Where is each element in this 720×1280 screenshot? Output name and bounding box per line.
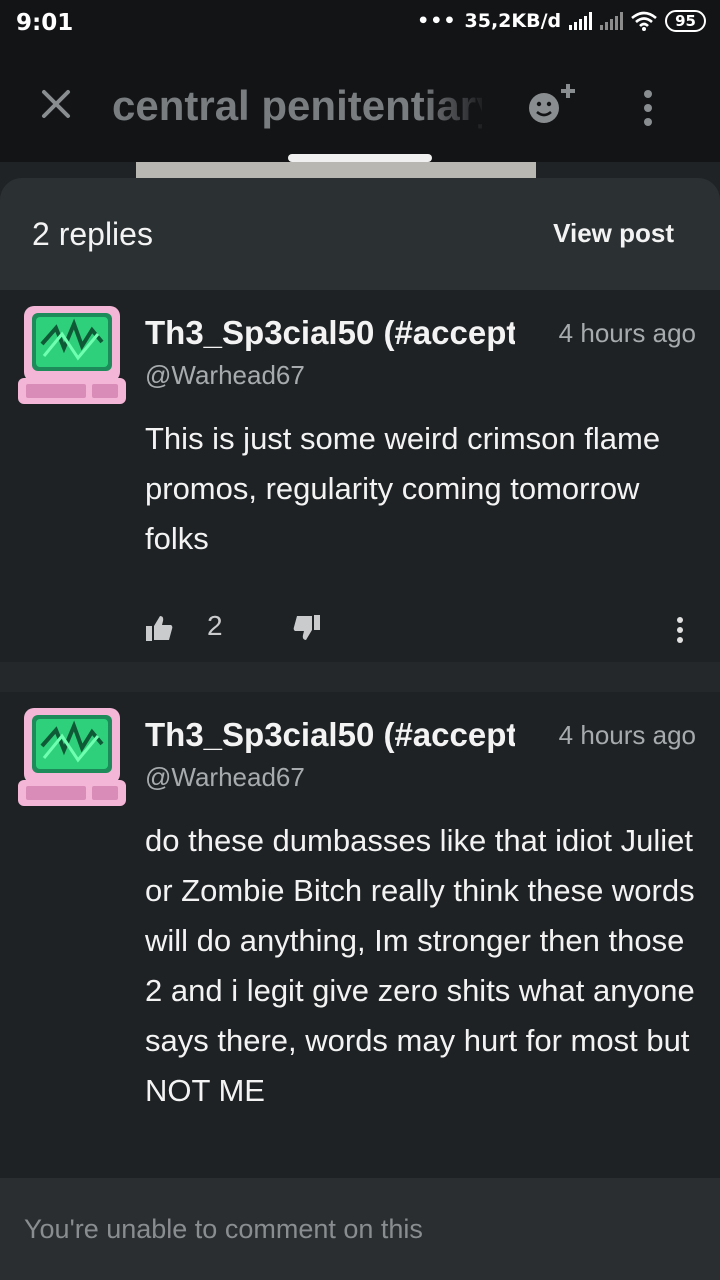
wifi-icon <box>631 11 657 31</box>
reply-item: Th3_Sp3cial50 (#accepted) 4 hours ago @W… <box>0 290 720 662</box>
battery-indicator: 95 <box>665 10 706 32</box>
reply-handle: @Warhead67 <box>145 762 305 792</box>
reply-author[interactable]: Th3_Sp3cial50 (#accepted) <box>145 716 515 754</box>
view-post-button[interactable]: View post <box>553 218 674 249</box>
status-time: 9:01 <box>16 10 74 36</box>
network-speed: 35,2KB/d <box>464 10 562 32</box>
replies-sheet: 2 replies View post Th3_Sp3cial50 (#acce… <box>0 178 720 1280</box>
avatar[interactable] <box>16 304 128 406</box>
sheet-header: 2 replies View post <box>0 178 720 290</box>
reply-body: This is just some weird crimson flame pr… <box>145 421 661 556</box>
app-bar: central penitentiary <box>0 52 720 162</box>
more-notifications-icon: ••• <box>417 10 457 32</box>
reply-item: Th3_Sp3cial50 (#accepted) 4 hours ago @W… <box>0 692 720 1182</box>
emoji-add-icon[interactable] <box>526 82 582 128</box>
like-count: 2 <box>207 610 223 641</box>
thumb-down-icon[interactable] <box>293 614 321 642</box>
reply-timestamp: 4 hours ago <box>558 318 696 348</box>
sheet-drag-handle[interactable] <box>288 154 432 162</box>
reply-body: do these dumbasses like that idiot Julie… <box>145 823 695 1108</box>
reply-timestamp: 4 hours ago <box>558 720 696 750</box>
more-vertical-icon[interactable] <box>675 616 685 644</box>
avatar[interactable] <box>16 706 128 808</box>
comment-disabled-notice: You're unable to comment on this <box>24 1214 423 1244</box>
cellular-signal-2-icon <box>600 12 624 30</box>
thumb-up-icon[interactable] <box>145 614 173 642</box>
replies-count: 2 replies <box>32 216 153 252</box>
title-fade <box>420 78 490 134</box>
more-vertical-icon[interactable] <box>640 88 656 128</box>
comment-footer: You're unable to comment on this <box>0 1178 720 1280</box>
cellular-signal-icon <box>569 12 593 30</box>
reply-handle: @Warhead67 <box>145 360 305 390</box>
status-icons: ••• 35,2KB/d 95 <box>417 10 706 32</box>
close-icon[interactable] <box>38 86 74 122</box>
reply-actions: 2 <box>145 610 705 646</box>
status-bar: 9:01 ••• 35,2KB/d 95 <box>0 0 720 52</box>
reply-author[interactable]: Th3_Sp3cial50 (#accepted) <box>145 314 515 352</box>
